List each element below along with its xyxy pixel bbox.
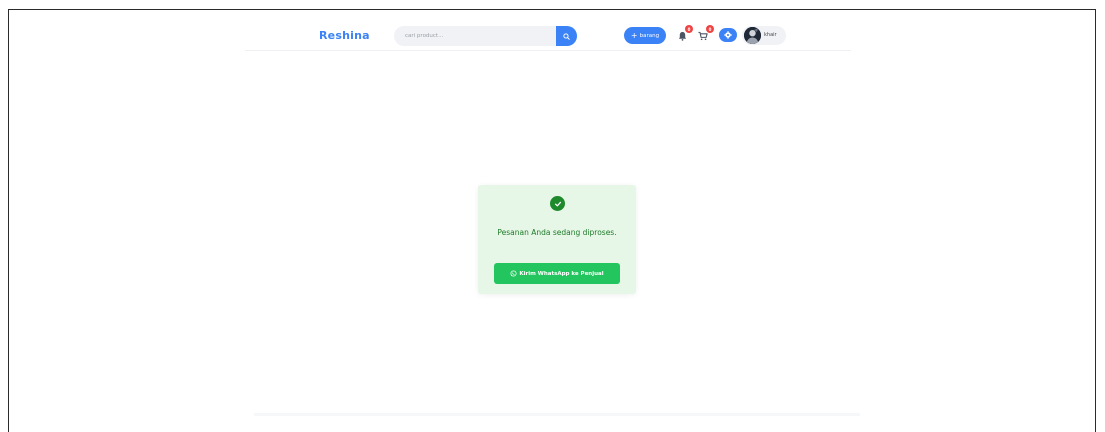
settings-button[interactable] xyxy=(719,28,737,42)
gear-icon xyxy=(724,31,732,39)
bell-icon xyxy=(678,31,686,41)
order-status-message: Pesanan Anda sedang diproses. xyxy=(497,228,617,237)
username: khair xyxy=(764,32,777,38)
search-input[interactable] xyxy=(394,26,554,46)
avatar-icon xyxy=(744,27,761,44)
cart-icon xyxy=(698,31,708,41)
cart-badge: 0 xyxy=(706,25,714,33)
send-whatsapp-button[interactable]: Kirim WhatsApp ke Penjual xyxy=(494,263,620,284)
add-product-button[interactable]: + barang xyxy=(624,27,666,44)
notification-badge: 0 xyxy=(685,25,693,33)
user-menu[interactable]: khair xyxy=(742,26,786,45)
plus-icon: + xyxy=(630,30,638,40)
add-product-label: barang xyxy=(639,32,660,39)
search-bar xyxy=(394,26,577,46)
brand-logo[interactable]: Reshina xyxy=(319,29,370,42)
whatsapp-icon xyxy=(510,270,517,277)
send-whatsapp-label: Kirim WhatsApp ke Penjual xyxy=(519,270,604,277)
check-circle-icon xyxy=(550,196,565,211)
order-status-card: Pesanan Anda sedang diproses. Kirim What… xyxy=(478,185,636,294)
cart-button[interactable]: 0 xyxy=(697,25,714,42)
search-button[interactable] xyxy=(556,26,577,46)
footer-divider xyxy=(254,413,860,416)
search-icon xyxy=(563,32,570,40)
top-navbar: Reshina + barang 0 0 xyxy=(245,21,851,51)
notifications-button[interactable]: 0 xyxy=(676,25,693,42)
